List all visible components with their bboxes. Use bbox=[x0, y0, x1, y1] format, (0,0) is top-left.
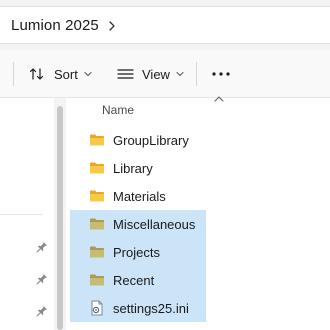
file-name: settings25.ini bbox=[113, 300, 189, 316]
nav-divider bbox=[0, 214, 42, 215]
ellipsis-icon bbox=[212, 72, 230, 76]
file-row-materials[interactable]: Materials bbox=[70, 182, 206, 210]
chevron-down-icon bbox=[176, 72, 184, 77]
file-row-settings25-ini[interactable]: settings25.ini bbox=[70, 294, 206, 322]
file-explorer-window: Lumion 2025 Sort View Name GroupLibrary … bbox=[0, 0, 330, 330]
view-label: View bbox=[142, 66, 170, 82]
file-row-projects[interactable]: Projects bbox=[70, 238, 206, 266]
breadcrumb-lumion-2025[interactable]: Lumion 2025 bbox=[11, 17, 99, 34]
file-list[interactable]: Name GroupLibrary Library Materials Misc… bbox=[66, 96, 330, 330]
toolbar-separator bbox=[196, 62, 197, 86]
folder-icon bbox=[90, 218, 104, 230]
chevron-down-icon bbox=[84, 72, 92, 77]
file-name: Materials bbox=[113, 188, 166, 204]
file-name: Miscellaneous bbox=[113, 216, 196, 232]
column-header-name[interactable]: Name bbox=[102, 103, 134, 117]
address-bar[interactable]: Lumion 2025 bbox=[0, 6, 330, 44]
nav-scrollbar-thumb[interactable] bbox=[57, 106, 63, 330]
file-row-library[interactable]: Library bbox=[70, 154, 206, 182]
folder-icon bbox=[90, 190, 104, 202]
folder-icon bbox=[90, 134, 104, 146]
file-row-miscellaneous[interactable]: Miscellaneous bbox=[70, 210, 206, 238]
toolbar-separator bbox=[13, 62, 14, 86]
folder-icon bbox=[90, 246, 104, 258]
more-options-button[interactable] bbox=[211, 62, 231, 86]
sort-ascending-icon bbox=[214, 96, 224, 102]
settings-file-icon bbox=[91, 300, 103, 316]
file-name: GroupLibrary bbox=[113, 132, 189, 148]
file-row-grouplibrary[interactable]: GroupLibrary bbox=[70, 126, 206, 154]
file-row-recent[interactable]: Recent bbox=[70, 266, 206, 294]
sort-icon bbox=[29, 68, 44, 80]
pin-icon[interactable] bbox=[36, 273, 48, 285]
folder-icon bbox=[90, 274, 104, 286]
command-bar: Sort View bbox=[0, 50, 330, 98]
view-button[interactable]: View bbox=[117, 62, 184, 86]
view-list-icon bbox=[117, 69, 134, 79]
sort-label: Sort bbox=[54, 66, 78, 82]
chevron-right-icon[interactable] bbox=[105, 19, 119, 33]
address-bar-area: Lumion 2025 bbox=[0, 0, 330, 50]
pin-icon[interactable] bbox=[36, 241, 48, 253]
navigation-pane[interactable] bbox=[0, 98, 54, 330]
sort-button[interactable]: Sort bbox=[29, 62, 92, 86]
file-name: Projects bbox=[113, 244, 160, 260]
file-name: Library bbox=[113, 160, 153, 176]
pin-icon[interactable] bbox=[36, 305, 48, 317]
folder-icon bbox=[90, 162, 104, 174]
file-name: Recent bbox=[113, 272, 155, 288]
